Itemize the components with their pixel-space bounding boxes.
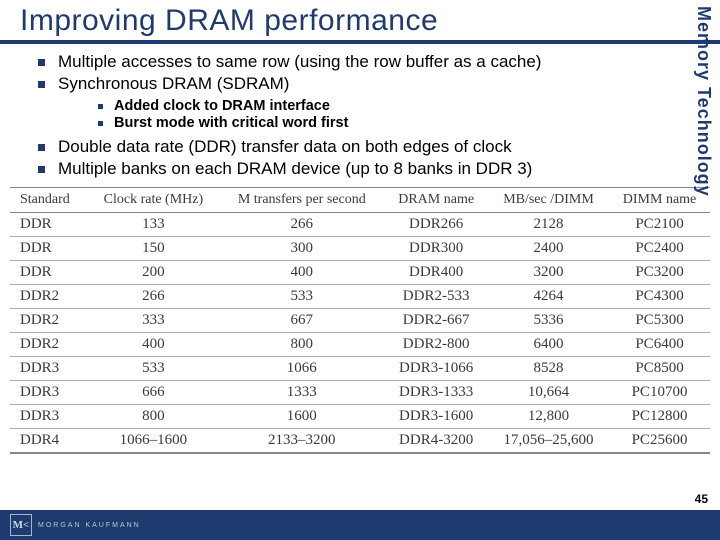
section-label: Memory Technology [693,6,714,197]
publisher-logo: M< MORGAN KAUFMANN [10,514,141,536]
col-mbsec: MB/sec /DIMM [488,188,609,213]
table-cell: DDR [10,213,88,237]
table-cell: 800 [88,405,220,429]
col-standard: Standard [10,188,88,213]
table-cell: PC10700 [609,381,710,405]
table-cell: PC12800 [609,405,710,429]
table-cell: DDR3-1066 [384,357,488,381]
table-cell: 266 [219,213,384,237]
col-clock: Clock rate (MHz) [88,188,220,213]
table-cell: PC5300 [609,309,710,333]
table-cell: 666 [88,381,220,405]
table-row: DDR2266533DDR2-5334264PC4300 [10,285,710,309]
table-row: DDR35331066DDR3-10668528PC8500 [10,357,710,381]
table-cell: DDR2-667 [384,309,488,333]
bullet-item: Multiple accesses to same row (using the… [38,52,690,72]
table-cell: 200 [88,261,220,285]
table-cell: 8528 [488,357,609,381]
col-transfers: M transfers per second [219,188,384,213]
dram-table-wrap: Standard Clock rate (MHz) M transfers pe… [10,187,710,454]
bullet-item: Double data rate (DDR) transfer data on … [38,137,690,157]
table-cell: 133 [88,213,220,237]
table-cell: DDR300 [384,237,488,261]
logo-text: MORGAN KAUFMANN [38,522,141,529]
table-row: DDR133266DDR2662128PC2100 [10,213,710,237]
table-cell: 533 [219,285,384,309]
table-row: DDR36661333DDR3-133310,664PC10700 [10,381,710,405]
table-cell: 10,664 [488,381,609,405]
table-cell: DDR [10,261,88,285]
sub-bullet-list: Added clock to DRAM interface Burst mode… [98,98,690,131]
dram-table: Standard Clock rate (MHz) M transfers pe… [10,187,710,454]
table-cell: 266 [88,285,220,309]
table-cell: 3200 [488,261,609,285]
table-cell: 12,800 [488,405,609,429]
bullet-item: Synchronous DRAM (SDRAM) Added clock to … [38,74,690,131]
sub-bullet-item: Added clock to DRAM interface [98,98,690,114]
table-cell: DDR2-800 [384,333,488,357]
logo-mark-icon: M< [10,514,32,536]
table-cell: PC2400 [609,237,710,261]
table-cell: DDR3-1600 [384,405,488,429]
table-cell: DDR3 [10,405,88,429]
page-number: 45 [695,492,708,506]
table-cell: 2400 [488,237,609,261]
slide: Improving DRAM performance Memory Techno… [0,0,720,540]
table-cell: DDR400 [384,261,488,285]
table-cell: 150 [88,237,220,261]
footer-bar: M< MORGAN KAUFMANN [0,510,720,540]
table-cell: PC2100 [609,213,710,237]
table-cell: 1066–1600 [88,429,220,454]
table-cell: 17,056–25,600 [488,429,609,454]
content-area: Multiple accesses to same row (using the… [0,44,720,179]
table-cell: 533 [88,357,220,381]
table-row: DDR2333667DDR2-6675336PC5300 [10,309,710,333]
table-cell: DDR3 [10,357,88,381]
bullet-item: Multiple banks on each DRAM device (up t… [38,159,690,179]
table-row: DDR200400DDR4003200PC3200 [10,261,710,285]
table-cell: PC4300 [609,285,710,309]
table-cell: 667 [219,309,384,333]
table-cell: PC6400 [609,333,710,357]
table-cell: 1066 [219,357,384,381]
table-cell: 1600 [219,405,384,429]
col-dramname: DRAM name [384,188,488,213]
table-cell: 5336 [488,309,609,333]
table-cell: DDR3 [10,381,88,405]
table-cell: 6400 [488,333,609,357]
table-cell: PC3200 [609,261,710,285]
table-cell: 400 [219,261,384,285]
table-cell: 300 [219,237,384,261]
table-row: DDR38001600DDR3-160012,800PC12800 [10,405,710,429]
table-cell: DDR4 [10,429,88,454]
table-header-row: Standard Clock rate (MHz) M transfers pe… [10,188,710,213]
table-cell: 2133–3200 [219,429,384,454]
table-cell: 400 [88,333,220,357]
table-cell: PC25600 [609,429,710,454]
table-cell: DDR3-1333 [384,381,488,405]
table-cell: DDR4-3200 [384,429,488,454]
table-cell: DDR2 [10,309,88,333]
table-cell: 2128 [488,213,609,237]
table-cell: PC8500 [609,357,710,381]
table-row: DDR150300DDR3002400PC2400 [10,237,710,261]
table-row: DDR2400800DDR2-8006400PC6400 [10,333,710,357]
table-cell: 333 [88,309,220,333]
table-cell: DDR2-533 [384,285,488,309]
table-cell: DDR266 [384,213,488,237]
title-bar: Improving DRAM performance [0,0,720,44]
sub-bullet-item: Burst mode with critical word first [98,115,690,131]
table-row: DDR41066–16002133–3200DDR4-320017,056–25… [10,429,710,454]
table-cell: DDR2 [10,333,88,357]
bullet-list: Multiple accesses to same row (using the… [38,52,690,179]
table-cell: DDR [10,237,88,261]
bullet-text: Synchronous DRAM (SDRAM) [58,74,289,93]
table-cell: DDR2 [10,285,88,309]
table-cell: 4264 [488,285,609,309]
table-cell: 1333 [219,381,384,405]
slide-title: Improving DRAM performance [20,4,700,38]
table-cell: 800 [219,333,384,357]
